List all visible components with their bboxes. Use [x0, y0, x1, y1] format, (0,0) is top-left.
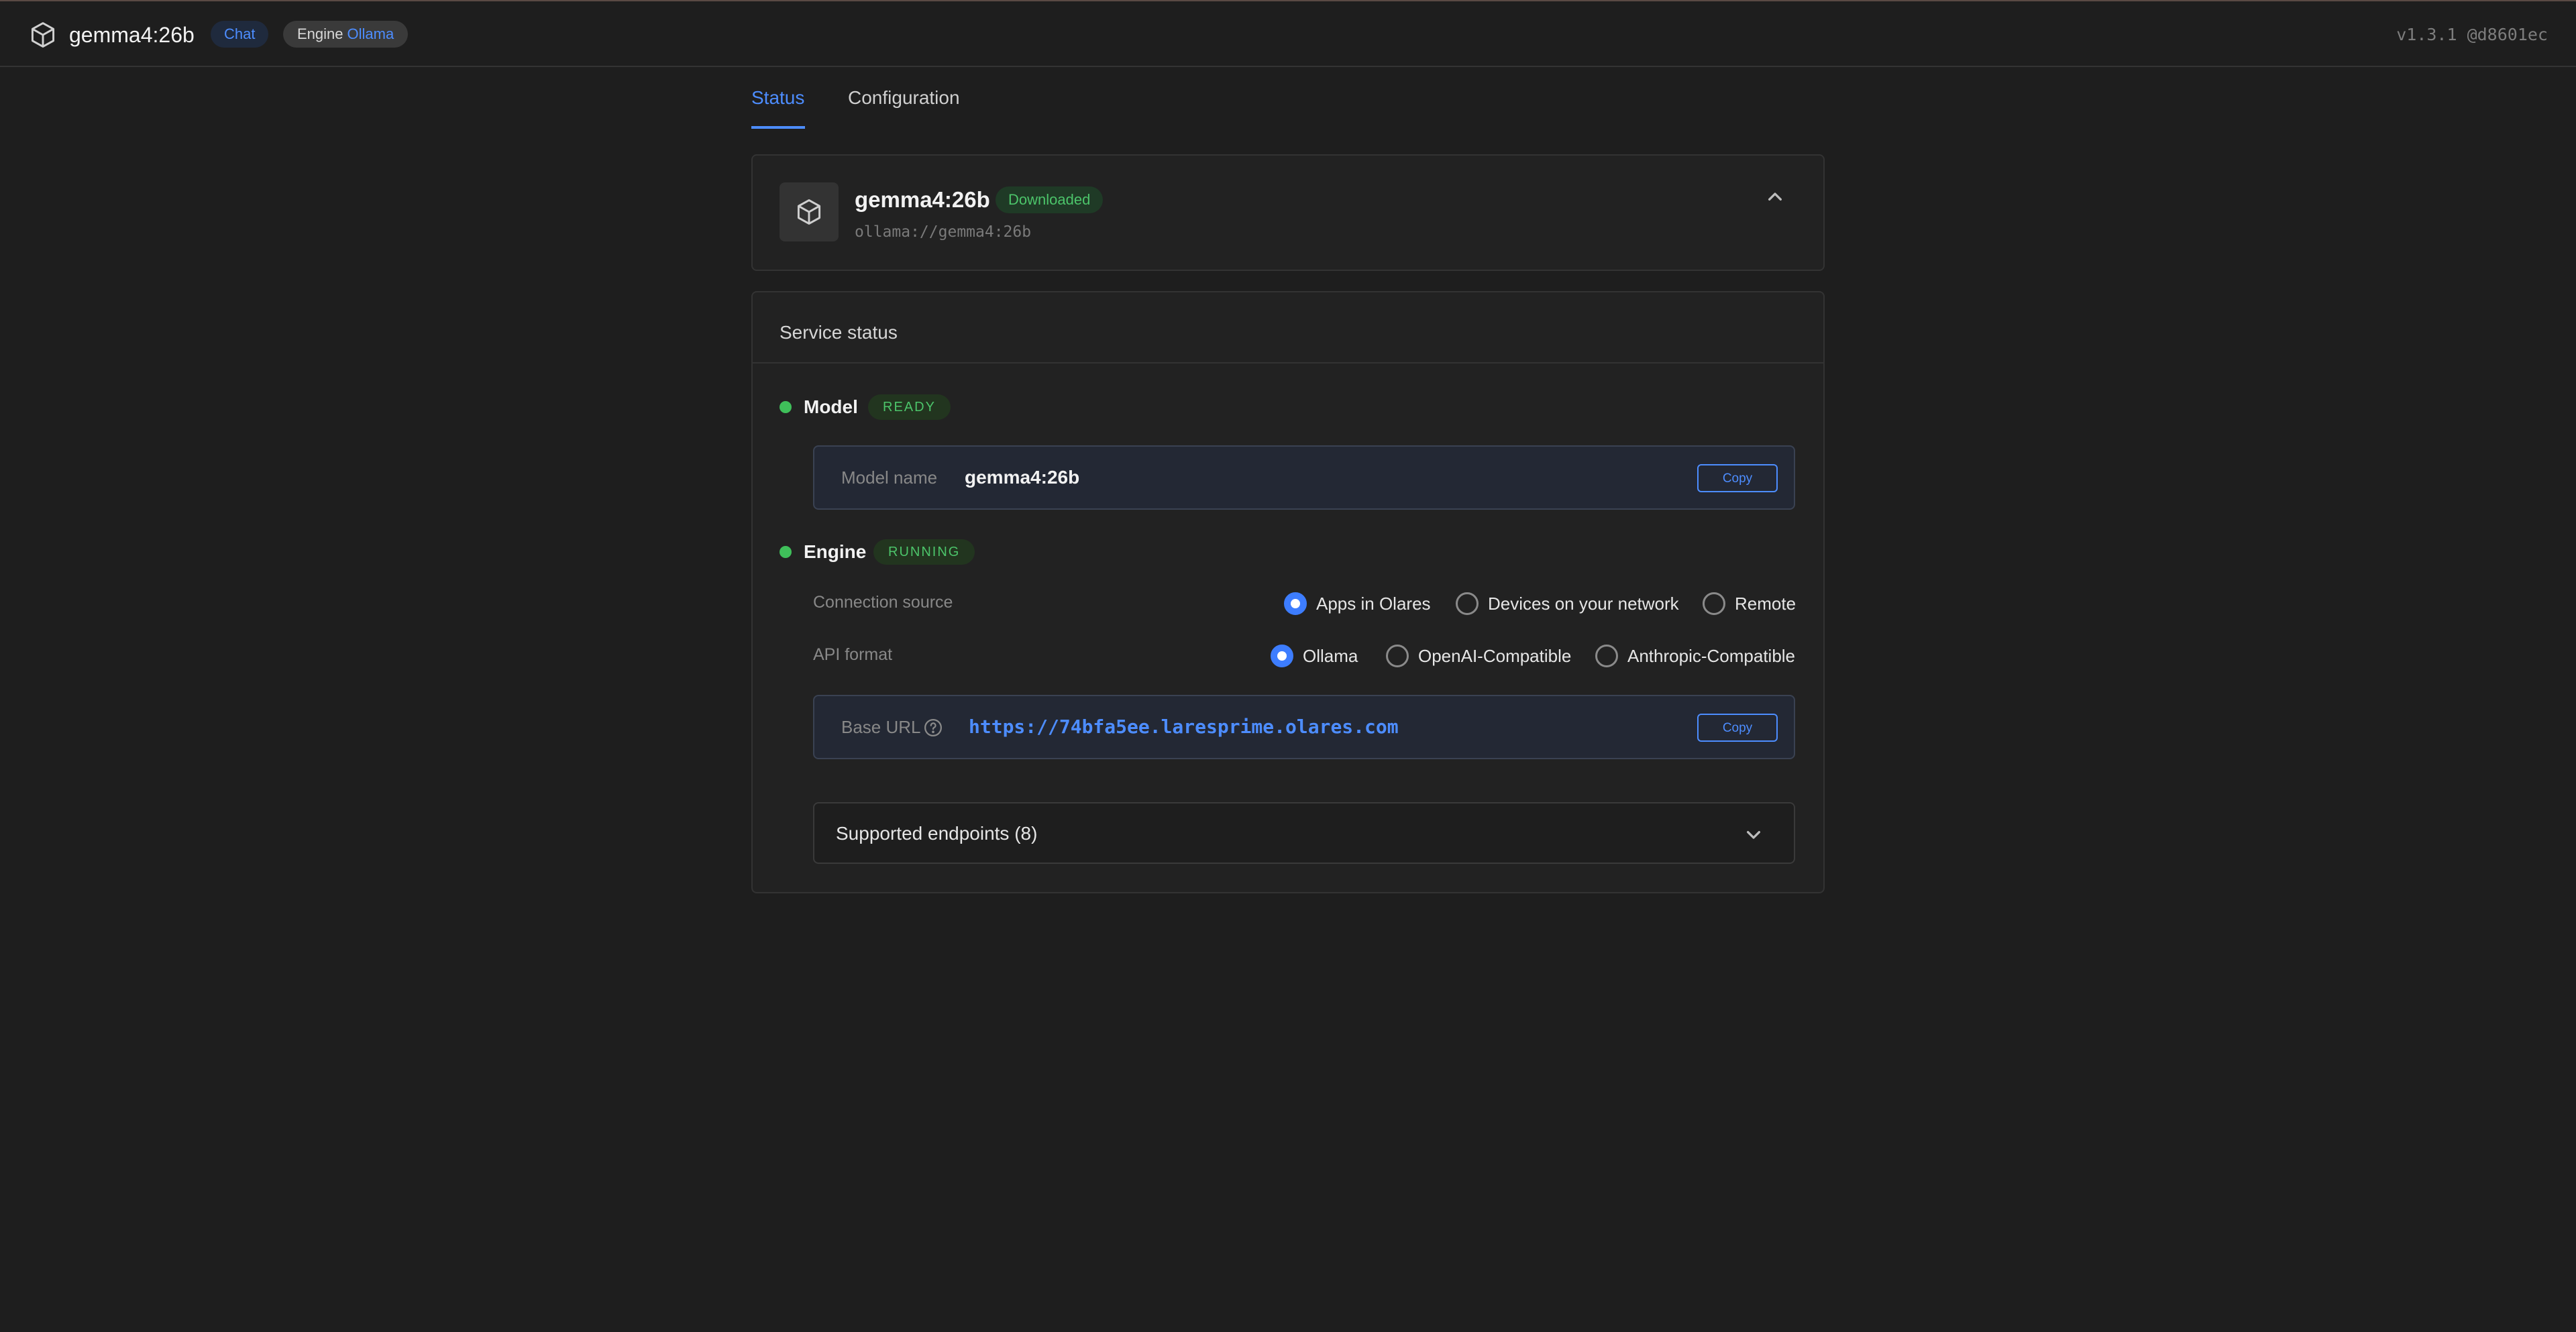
model-status-badge: READY: [868, 394, 951, 420]
connection-source-label: Connection source: [813, 593, 953, 612]
radio-indicator: [1284, 592, 1307, 615]
engine-badge-value: Ollama: [347, 25, 394, 42]
radio-label: Apps in Olares: [1316, 594, 1431, 614]
radio-label: Devices on your network: [1488, 594, 1679, 614]
tab-status[interactable]: Status: [751, 85, 804, 111]
top-bar: gemma4:26b Chat Engine Ollama v1.3.1 @d86…: [0, 0, 2576, 67]
radio-anthropic-compatible[interactable]: Anthropic-Compatible: [1595, 643, 1795, 669]
radio-remote[interactable]: Remote: [1703, 590, 1796, 617]
question-circle-icon[interactable]: [923, 718, 943, 738]
engine-status-dot: [780, 546, 792, 558]
status-badge: Downloaded: [996, 186, 1104, 213]
radio-label: OpenAI-Compatible: [1418, 646, 1572, 666]
api-format-label: API format: [813, 645, 893, 664]
radio-indicator: [1703, 592, 1725, 615]
active-tab-indicator: [751, 126, 805, 129]
base-url-value[interactable]: https://74bfa5ee.laresprime.olares.com: [969, 714, 1399, 740]
chevron-down-icon: [1747, 831, 1760, 839]
chat-badge[interactable]: Chat: [211, 21, 269, 48]
model-name-label: Model name: [841, 467, 938, 488]
engine-badge-label: Engine: [297, 25, 343, 42]
base-url-label: Base URL: [841, 717, 921, 737]
model-avatar: [780, 182, 839, 241]
radio-openai-compatible[interactable]: OpenAI-Compatible: [1386, 643, 1571, 669]
cube-icon: [31, 22, 55, 48]
model-status-dot: [780, 401, 792, 413]
supported-endpoints-dropdown[interactable]: Supported endpoints (8): [813, 802, 1795, 864]
engine-section-label: Engine: [804, 541, 867, 562]
copy-model-name-button[interactable]: Copy: [1697, 464, 1778, 492]
radio-devices-on-your-network[interactable]: Devices on your network: [1456, 590, 1679, 617]
supported-endpoints-label: Supported endpoints (8): [836, 823, 1038, 844]
radio-ollama[interactable]: Ollama: [1271, 643, 1358, 669]
service-status-card: Service status Model READY Model name ge…: [751, 291, 1825, 893]
radio-indicator: [1595, 645, 1618, 667]
model-name-value: gemma4:26b: [965, 467, 1080, 488]
model-uri: ollama://gemma4:26b: [855, 223, 1032, 241]
radio-indicator: [1386, 645, 1409, 667]
copy-base-url-button[interactable]: Copy: [1697, 714, 1778, 742]
radio-apps-in-olares[interactable]: Apps in Olares: [1284, 590, 1431, 617]
model-section-label: Model: [804, 396, 858, 417]
model-name-field: Model name gemma4:26b Copy: [813, 445, 1795, 510]
version-label: v1.3.1 @d8601ec: [2396, 25, 2548, 44]
engine-badge: Engine Ollama: [283, 21, 409, 48]
model-card: gemma4:26b Downloaded ollama://gemma4:26…: [751, 154, 1825, 271]
app-title: gemma4:26b: [69, 23, 195, 47]
base-url-field: Base URL https://74bfa5ee.laresprime.ola…: [813, 695, 1795, 759]
cube-icon: [797, 199, 821, 225]
section-title: Service status: [780, 322, 898, 343]
engine-status-badge: RUNNING: [873, 539, 975, 565]
radio-label: Remote: [1735, 594, 1796, 614]
radio-indicator: [1271, 645, 1293, 667]
divider: [753, 362, 1823, 364]
radio-label: Anthropic-Compatible: [1627, 646, 1796, 666]
tab-configuration[interactable]: Configuration: [848, 85, 960, 111]
radio-indicator: [1456, 592, 1479, 615]
radio-label: Ollama: [1303, 646, 1358, 666]
chevron-up-icon[interactable]: [1762, 184, 1788, 211]
model-name: gemma4:26b: [855, 187, 990, 212]
